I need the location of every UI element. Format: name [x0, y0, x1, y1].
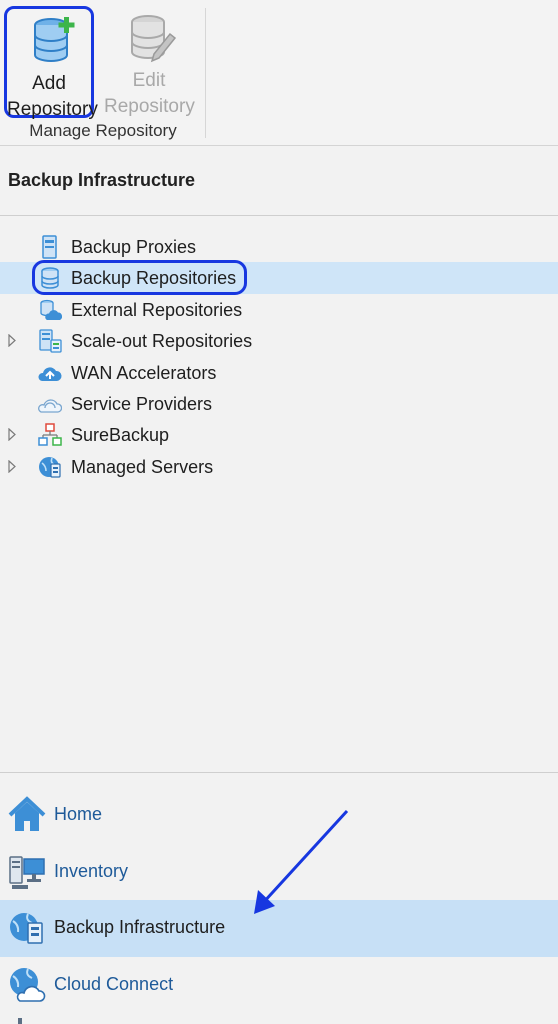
tree-item-scale-out-repositories[interactable]: Scale-out Repositories — [0, 325, 558, 356]
managed-servers-icon — [39, 456, 61, 478]
nav-divider — [0, 772, 558, 773]
nav-item-cloud-connect[interactable]: Cloud Connect — [0, 957, 558, 1014]
nav-item-label: Backup Infrastructure — [54, 917, 226, 937]
edit-repository-button[interactable]: Edit Repository — [104, 6, 195, 118]
nav-item-label: Inventory — [54, 860, 129, 881]
tree-item-label: Service Providers — [71, 393, 213, 414]
section-divider — [0, 215, 558, 216]
add-database-icon — [34, 17, 75, 62]
edit-database-icon — [131, 15, 176, 63]
proxy-icon — [42, 235, 57, 259]
nav-item-inventory[interactable]: Inventory — [0, 844, 558, 901]
navigation-pane: Home Inventory Backup Infrastructure Clo… — [0, 787, 558, 1013]
repository-icon — [41, 267, 59, 290]
tree-item-surebackup[interactable]: SureBackup — [0, 419, 558, 450]
ribbon-group-divider — [205, 8, 206, 138]
surebackup-icon — [38, 423, 62, 447]
tree-item-backup-proxies[interactable]: Backup Proxies — [0, 231, 558, 262]
add-repository-button[interactable]: Add Repository — [4, 6, 98, 120]
tree-item-label: WAN Accelerators — [71, 362, 217, 383]
external-repository-icon — [40, 299, 62, 320]
tree-item-label: Backup Repositories — [71, 268, 237, 289]
cloud-connect-icon — [10, 967, 46, 1002]
home-icon — [8, 796, 46, 831]
nav-item-home[interactable]: Home — [0, 787, 558, 844]
edit-repository-label: Edit Repository — [104, 70, 195, 117]
expand-arrow-icon[interactable] — [7, 334, 17, 348]
add-repository-label: Add Repository — [7, 73, 98, 120]
partial-nav-icon — [18, 1018, 22, 1024]
service-provider-icon — [38, 399, 62, 413]
expand-arrow-icon[interactable] — [7, 428, 17, 442]
ribbon: Add Repository Edit Repository Manage Re… — [0, 0, 558, 146]
tree-item-backup-repositories[interactable]: Backup Repositories — [0, 260, 558, 296]
nav-item-backup-infrastructure[interactable]: Backup Infrastructure — [0, 900, 558, 957]
tree-item-wan-accelerators[interactable]: WAN Accelerators — [0, 357, 558, 388]
ribbon-group-label: Manage Repository — [29, 121, 177, 140]
infrastructure-tree: Backup Proxies Backup Repositories Exter… — [0, 231, 558, 482]
nav-item-label: Cloud Connect — [54, 973, 174, 994]
nav-item-label: Home — [54, 804, 103, 824]
tree-item-label: Managed Servers — [71, 456, 214, 477]
scale-out-repository-icon — [39, 329, 62, 353]
wan-accelerator-icon — [38, 366, 62, 381]
tree-item-label: External Repositories — [71, 299, 243, 320]
backup-infrastructure-icon — [10, 913, 43, 944]
tree-item-label: Backup Proxies — [71, 237, 197, 257]
tree-item-managed-servers[interactable]: Managed Servers — [0, 451, 558, 482]
tree-item-label: Scale-out Repositories — [71, 331, 253, 352]
inventory-icon — [9, 855, 45, 889]
tree-item-label: SureBackup — [71, 425, 170, 446]
expand-arrow-icon[interactable] — [7, 459, 17, 473]
tree-item-service-providers[interactable]: Service Providers — [0, 388, 558, 419]
page-title: Backup Infrastructure — [8, 170, 196, 190]
tree-item-external-repositories[interactable]: External Repositories — [0, 294, 558, 325]
